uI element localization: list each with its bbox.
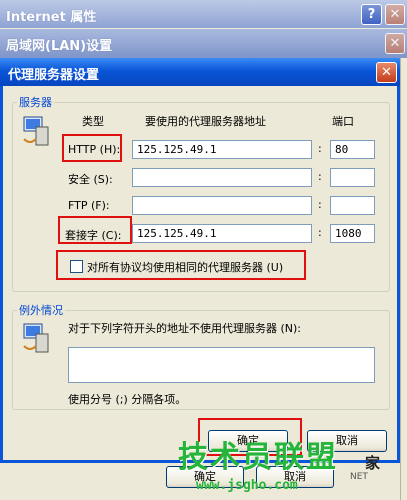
colon: : (318, 226, 322, 239)
socks-address-input[interactable] (132, 224, 312, 243)
colon: : (318, 142, 322, 155)
exceptions-description: 对于下列字符开头的地址不使用代理服务器 (N): (68, 322, 302, 335)
proxy-settings-titlebar: 代理服务器设置 (0, 58, 400, 86)
watermark-logo: 技术员联盟 (178, 440, 338, 475)
dialog-title: 代理服务器设置 (8, 68, 100, 83)
exceptions-hint: 使用分号 (;) 分隔各项。 (68, 393, 187, 406)
socks-highlight-box (58, 216, 132, 244)
exceptions-input[interactable] (68, 347, 375, 383)
lan-settings-title: 局域网(LAN)设置 (6, 39, 113, 54)
help-icon[interactable]: ? (361, 4, 382, 25)
ftp-address-input[interactable] (132, 196, 312, 215)
servers-legend: 服务器 (19, 96, 52, 109)
secure-port-input[interactable] (330, 168, 375, 187)
ftp-port-input[interactable] (330, 196, 375, 215)
exceptions-legend: 例外情况 (19, 304, 63, 317)
network-computer-icon (23, 116, 49, 146)
watermark-net: NET (350, 472, 368, 482)
colon: : (318, 198, 322, 211)
internet-properties-title: Internet 属性 (6, 10, 97, 25)
exceptions-computer-icon (23, 323, 49, 353)
close-icon[interactable]: ✕ (385, 4, 405, 25)
dialog-close-icon[interactable]: ✕ (376, 62, 397, 83)
http-highlight-box (62, 134, 122, 162)
secure-address-input[interactable] (132, 168, 312, 187)
same-proxy-highlight-box (56, 250, 306, 280)
lan-settings-titlebar: 局域网(LAN)设置 (0, 29, 407, 58)
lan-window-edge (400, 58, 407, 500)
secure-label: 安全 (S): (68, 173, 113, 186)
http-address-input[interactable] (132, 140, 312, 159)
col-port-header: 端口 (332, 115, 354, 128)
internet-properties-titlebar: Internet 属性 (0, 0, 407, 28)
col-address-header: 要使用的代理服务器地址 (145, 115, 266, 128)
ftp-label: FTP (F): (68, 199, 110, 212)
watermark-suffix: 家 (365, 454, 381, 472)
lan-close-icon[interactable]: ✕ (385, 33, 405, 54)
socks-port-input[interactable] (330, 224, 375, 243)
col-type-header: 类型 (82, 115, 104, 128)
watermark-url: www.jsgho.com (196, 478, 298, 493)
colon: : (318, 170, 322, 183)
http-port-input[interactable] (330, 140, 375, 159)
